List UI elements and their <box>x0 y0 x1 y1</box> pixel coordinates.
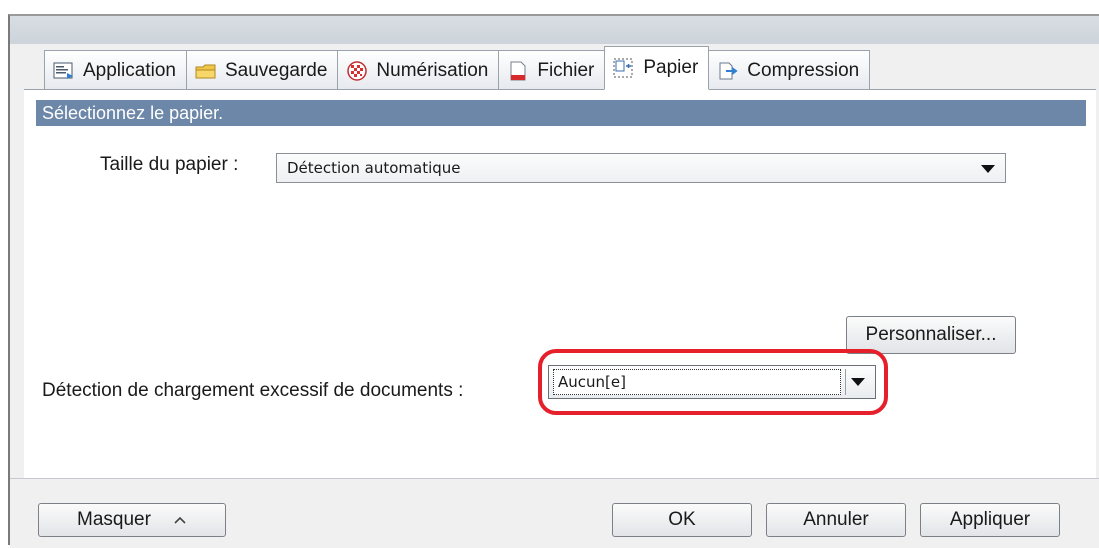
paper-size-dropdown[interactable]: Détection automatique <box>276 153 1006 183</box>
overload-detection-dropdown[interactable]: Aucun[e] <box>548 365 876 399</box>
tab-application[interactable]: Application <box>44 50 187 90</box>
title-strip <box>10 16 1099 44</box>
overload-detection-value: Aucun[e] <box>553 369 841 395</box>
paper-size-value: Détection automatique <box>287 159 461 177</box>
tab-compression[interactable]: Compression <box>708 50 871 90</box>
hide-button-label: Masquer <box>77 509 151 530</box>
tab-label: Numérisation <box>376 59 489 81</box>
chevron-up-icon <box>173 509 187 531</box>
tab-label: Sauvegarde <box>224 59 328 81</box>
section-header: Sélectionnez le papier. <box>36 100 1086 126</box>
tab-label: Compression <box>747 59 860 81</box>
scan-settings-window: Application Sauvegarde Numérisation Fich… <box>8 14 1099 548</box>
folder-icon <box>195 61 217 81</box>
chevron-down-icon <box>851 378 865 386</box>
overload-detection-label: Détection de chargement excessif de docu… <box>42 380 464 401</box>
tab-fichier[interactable]: Fichier <box>498 50 606 90</box>
tab-label: Application <box>83 59 176 81</box>
compression-icon <box>717 61 739 81</box>
chevron-down-icon <box>981 165 995 173</box>
dropdown-separator <box>845 369 846 395</box>
paper-icon <box>613 58 635 78</box>
tab-papier[interactable]: Papier <box>604 46 710 90</box>
scan-icon <box>346 60 368 81</box>
ok-button[interactable]: OK <box>612 503 752 537</box>
tab-label: Fichier <box>537 59 595 81</box>
tab-label: Papier <box>643 57 699 78</box>
paper-panel: Sélectionnez le papier. Taille du papier… <box>24 89 1096 480</box>
paper-size-label: Taille du papier : <box>100 154 239 175</box>
hide-button[interactable]: Masquer <box>38 503 226 537</box>
tab-sauvegarde[interactable]: Sauvegarde <box>185 50 339 90</box>
file-icon <box>507 61 529 81</box>
apply-button[interactable]: Appliquer <box>920 503 1060 537</box>
application-icon <box>53 61 75 81</box>
tab-numerisation[interactable]: Numérisation <box>337 50 500 90</box>
tab-bar: Application Sauvegarde Numérisation Fich… <box>44 46 871 90</box>
dialog-footer: Masquer OK Annuler Appliquer <box>10 478 1099 548</box>
cancel-button[interactable]: Annuler <box>766 503 906 537</box>
